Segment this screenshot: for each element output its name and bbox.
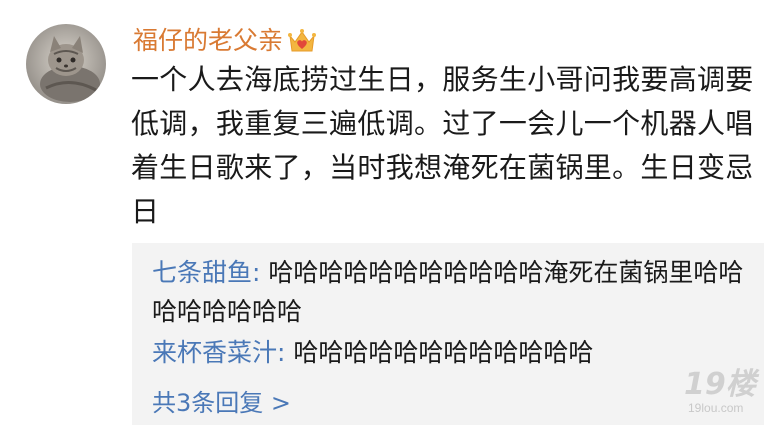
reply-list: 七条甜鱼: 哈哈哈哈哈哈哈哈哈哈哈淹死在菌锅里哈哈哈哈哈哈哈哈 来杯香菜汁: 哈… xyxy=(132,243,764,425)
post-body: 一个人去海底捞过生日，服务生小哥问我要高调要低调，我重复三遍低调。过了一会儿一个… xyxy=(131,63,754,228)
reply-item[interactable]: 来杯香菜汁: 哈哈哈哈哈哈哈哈哈哈哈哈 xyxy=(152,333,752,372)
reply-separator: : xyxy=(277,338,294,367)
watermark-domain: 19lou.com xyxy=(688,401,744,415)
weibo-comment-card: 福仔的老父亲 一个人去海底捞过生日，服务生小哥问我要高调要低调，我重复三遍低调。… xyxy=(0,0,780,425)
reply-item[interactable]: 七条甜鱼: 哈哈哈哈哈哈哈哈哈哈哈淹死在菌锅里哈哈哈哈哈哈哈哈 xyxy=(152,253,752,331)
reply-author[interactable]: 七条甜鱼 xyxy=(152,258,252,287)
username[interactable]: 福仔的老父亲 xyxy=(133,24,283,58)
site-watermark: 19楼 19lou.com xyxy=(684,368,776,418)
crown-heart-icon xyxy=(288,29,317,52)
reply-text: 哈哈哈哈哈哈哈哈哈哈哈哈 xyxy=(293,338,594,367)
view-all-replies-link[interactable]: 共3条回复 > xyxy=(152,385,291,421)
reply-author[interactable]: 来杯香菜汁 xyxy=(152,338,277,367)
reply-separator: : xyxy=(252,258,269,287)
avatar[interactable] xyxy=(26,24,106,104)
username-row: 福仔的老父亲 xyxy=(133,24,317,58)
cat-avatar-image xyxy=(26,24,106,104)
watermark-logo: 19楼 xyxy=(684,367,756,402)
